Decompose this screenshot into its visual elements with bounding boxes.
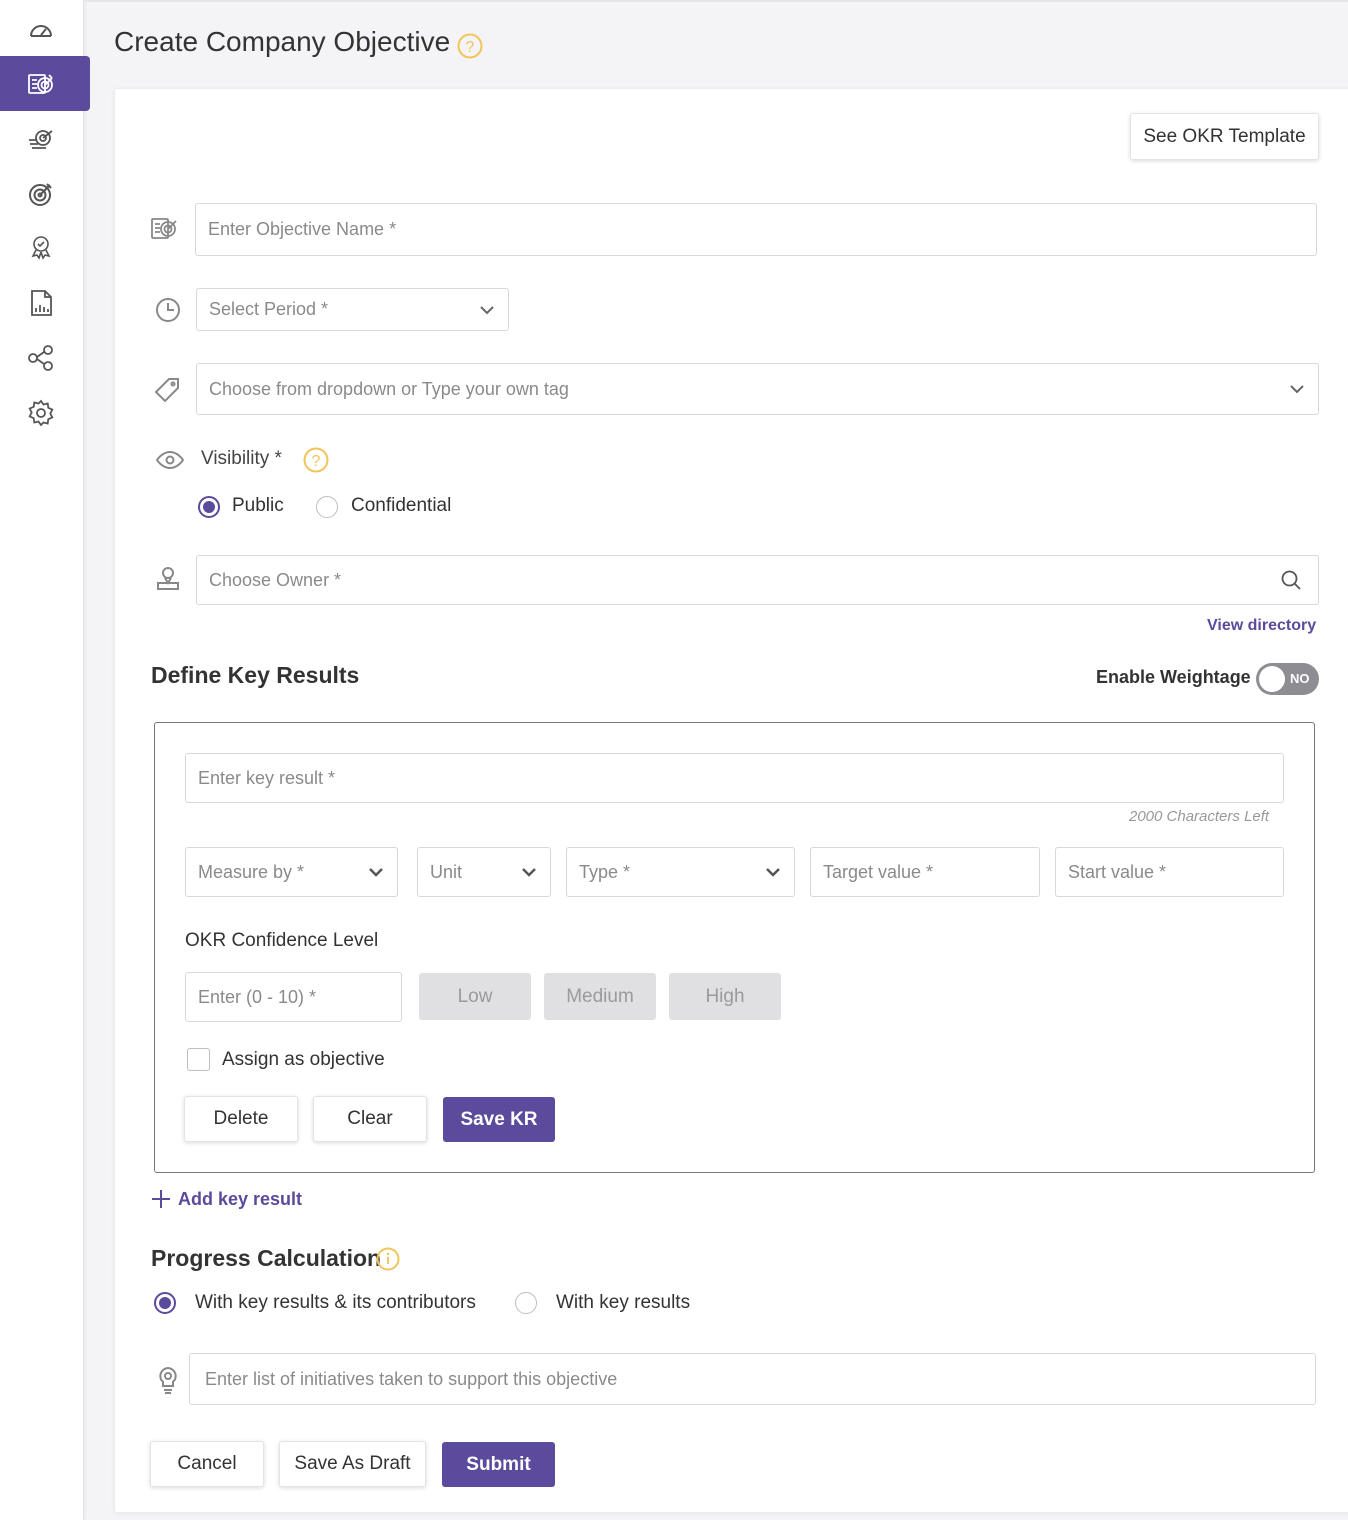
- sidebar-item-team-objectives[interactable]: [0, 111, 90, 166]
- unit-select[interactable]: Unit: [417, 847, 551, 897]
- target-value-input[interactable]: Target value *: [810, 847, 1040, 897]
- sidebar-item-dashboard[interactable]: [0, 2, 90, 57]
- eye-icon: [155, 450, 185, 470]
- type-select[interactable]: Type *: [566, 847, 795, 897]
- progress-with-contributors-radio[interactable]: [154, 1292, 176, 1314]
- clear-kr-button[interactable]: Clear: [313, 1096, 427, 1142]
- chevron-down-icon: [522, 868, 536, 877]
- settings-icon: [28, 399, 54, 426]
- assign-as-objective-checkbox[interactable]: [187, 1048, 210, 1071]
- alignment-icon: [28, 344, 53, 371]
- plus-icon: [152, 1190, 170, 1208]
- period-select[interactable]: Select Period *: [196, 288, 509, 331]
- progress-heading: Progress Calculation: [151, 1245, 382, 1271]
- sidebar: [0, 0, 90, 1520]
- svg-text:?: ?: [466, 39, 475, 56]
- key-results-heading: Define Key Results: [151, 662, 360, 688]
- visibility-confidential-radio[interactable]: [316, 496, 338, 518]
- visibility-public-label: Public: [232, 495, 284, 516]
- chevron-down-icon: [1290, 385, 1304, 394]
- sidebar-item-reports[interactable]: [0, 275, 90, 330]
- objective-icon: [28, 73, 53, 94]
- assign-as-objective-label: Assign as objective: [222, 1049, 385, 1070]
- tag-select-value: Choose from dropdown or Type your own ta…: [209, 378, 569, 399]
- info-icon[interactable]: [376, 1247, 400, 1271]
- progress-with-contributors-label: With key results & its contributors: [195, 1292, 476, 1313]
- confidence-input[interactable]: Enter (0 - 10) *: [185, 972, 402, 1022]
- clock-icon: [156, 298, 180, 322]
- view-directory-link[interactable]: View directory: [1207, 617, 1316, 635]
- type-value: Type *: [579, 861, 631, 882]
- sidebar-item-awards[interactable]: [0, 220, 90, 275]
- measure-by-select[interactable]: Measure by *: [185, 847, 398, 897]
- team-objectives-icon: [29, 129, 53, 149]
- tag-icon: [154, 378, 179, 403]
- progress-with-key-results-label: With key results: [556, 1292, 691, 1313]
- confidence-label: OKR Confidence Level: [185, 930, 379, 951]
- sidebar-item-alignment[interactable]: [0, 330, 90, 385]
- owner-search-value: Choose Owner *: [209, 569, 342, 590]
- confidence-low-button[interactable]: Low: [419, 973, 531, 1020]
- visibility-public-radio[interactable]: [198, 496, 220, 518]
- chevron-down-icon: [766, 868, 780, 877]
- objective-icon: [151, 218, 177, 239]
- chevron-down-icon: [480, 305, 494, 314]
- owner-search-input[interactable]: Choose Owner *: [196, 555, 1319, 605]
- lightbulb-icon: [159, 1366, 177, 1394]
- see-okr-template-button[interactable]: See OKR Template: [1130, 113, 1319, 160]
- sidebar-item-objectives[interactable]: [0, 56, 90, 111]
- add-key-result-button[interactable]: Add key result: [150, 1188, 302, 1210]
- sidebar-item-targets[interactable]: [0, 166, 90, 221]
- characters-left: 2000 Characters Left: [1129, 808, 1270, 825]
- key-result-input[interactable]: Enter key result *: [185, 753, 1284, 803]
- visibility-confidential-label: Confidential: [351, 495, 452, 516]
- report-icon: [31, 289, 52, 316]
- initiatives-input[interactable]: Enter list of initiatives taken to suppo…: [189, 1353, 1316, 1405]
- tag-select[interactable]: Choose from dropdown or Type your own ta…: [196, 363, 1319, 415]
- chevron-down-icon: [369, 868, 383, 877]
- help-icon[interactable]: ?: [303, 447, 329, 473]
- target-icon: [29, 182, 52, 206]
- delete-kr-button[interactable]: Delete: [184, 1096, 298, 1142]
- save-kr-button[interactable]: Save KR: [443, 1097, 555, 1142]
- weightage-toggle[interactable]: NO: [1256, 663, 1319, 695]
- sidebar-item-settings[interactable]: [0, 385, 90, 440]
- toggle-knob: [1259, 666, 1285, 692]
- visibility-label: Visibility *: [201, 448, 282, 469]
- unit-value: Unit: [430, 861, 463, 882]
- start-value-input[interactable]: Start value *: [1055, 847, 1284, 897]
- measure-by-value: Measure by *: [198, 861, 305, 882]
- dashboard-icon: [30, 24, 52, 37]
- confidence-medium-button[interactable]: Medium: [544, 973, 656, 1020]
- awards-icon: [31, 235, 51, 260]
- top-border: [84, 0, 1348, 2]
- cancel-button[interactable]: Cancel: [150, 1441, 264, 1487]
- confidence-high-button[interactable]: High: [669, 973, 781, 1020]
- toggle-state: NO: [1290, 671, 1310, 686]
- help-icon[interactable]: ?: [457, 33, 483, 59]
- submit-button[interactable]: Submit: [442, 1442, 555, 1487]
- add-key-result-label: Add key result: [178, 1188, 303, 1209]
- svg-text:?: ?: [312, 453, 321, 470]
- page-title: Create Company Objective: [114, 26, 451, 57]
- objective-name-input[interactable]: Enter Objective Name *: [195, 203, 1317, 256]
- save-as-draft-button[interactable]: Save As Draft: [279, 1441, 426, 1487]
- progress-with-key-results-radio[interactable]: [515, 1292, 537, 1314]
- search-icon[interactable]: [1280, 569, 1302, 591]
- enable-weightage-label: Enable Weightage: [1096, 667, 1251, 687]
- period-select-value: Select Period *: [209, 299, 329, 319]
- owner-icon: [157, 567, 179, 590]
